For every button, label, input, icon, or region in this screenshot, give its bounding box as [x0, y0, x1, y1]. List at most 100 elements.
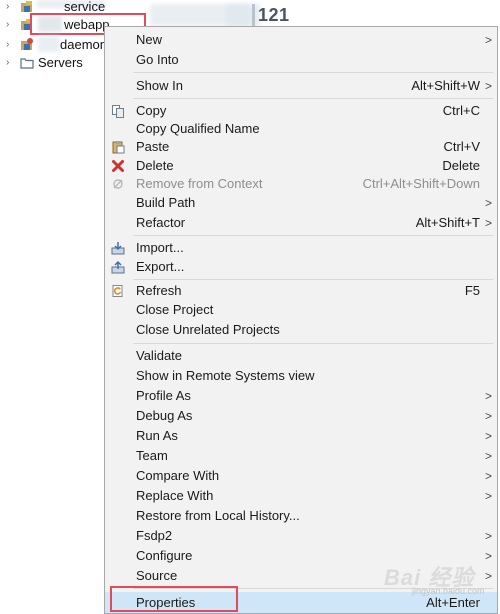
submenu-arrow-icon: > — [484, 469, 492, 483]
menu-item-label: Show In — [136, 78, 183, 93]
folder-icon — [20, 58, 34, 69]
menu-item-copy[interactable]: Copy Ctrl+C — [105, 101, 497, 121]
menu-item-fsdp2[interactable]: Fsdp2 > — [105, 526, 497, 546]
submenu-arrow-icon: > — [484, 216, 492, 230]
shortcut-label: Ctrl+Alt+Shift+Down — [362, 176, 480, 191]
submenu-arrow-icon: > — [484, 549, 492, 563]
menu-item-build-path[interactable]: Build Path > — [105, 193, 497, 213]
menu-item-debug-as[interactable]: Debug As > — [105, 406, 497, 426]
menu-item-label: Run As — [136, 428, 178, 443]
menu-item-label: Paste — [136, 139, 170, 154]
menu-item-show-in[interactable]: Show In Alt+Shift+W > — [105, 76, 497, 96]
menu-item-label: New — [136, 32, 163, 47]
menu-item-label: Delete — [136, 158, 174, 173]
menu-item-paste[interactable]: Paste Ctrl+V — [105, 137, 497, 157]
menu-item-label: Profile As — [136, 388, 191, 403]
menu-separator — [133, 98, 493, 99]
menu-item-label: Close Project — [136, 302, 214, 317]
menu-item-refresh[interactable]: Refresh F5 — [105, 281, 497, 301]
menu-separator — [133, 72, 493, 73]
submenu-arrow-icon: > — [484, 429, 492, 443]
watermark-url: jingyan.baidu.com — [412, 586, 485, 596]
menu-item-label: Build Path — [136, 195, 196, 210]
menu-item-label: Copy Qualified Name — [136, 121, 260, 136]
tree-item-servers[interactable]: › Servers — [0, 54, 110, 72]
export-icon — [111, 260, 125, 274]
menu-item-label: Show in Remote Systems view — [136, 368, 315, 383]
paste-icon — [112, 141, 125, 154]
menu-item-label: Configure — [136, 548, 193, 563]
menu-item-close-unrelated-projects[interactable]: Close Unrelated Projects — [105, 320, 497, 340]
menu-item-replace-with[interactable]: Replace With > — [105, 486, 497, 506]
menu-item-restore-local-history[interactable]: Restore from Local History... — [105, 506, 497, 526]
menu-item-label: Export... — [136, 259, 185, 274]
menu-separator — [133, 235, 493, 236]
menu-item-validate[interactable]: Validate — [105, 346, 497, 366]
editor-counter: 121 — [258, 5, 290, 25]
project-explorer-tree: › service › webapp › daemon › Servers — [0, 0, 146, 614]
submenu-arrow-icon: > — [484, 196, 492, 210]
java-project-icon — [21, 38, 33, 50]
submenu-arrow-icon: > — [484, 33, 492, 47]
shortcut-label: Alt+Shift+W — [411, 78, 480, 93]
menu-item-label: Compare With — [136, 468, 220, 483]
menu-item-team[interactable]: Team > — [105, 446, 497, 466]
menu-separator — [133, 343, 493, 344]
menu-item-label: Refresh — [136, 283, 182, 298]
menu-item-label: Import... — [136, 240, 184, 255]
shortcut-label: F5 — [464, 283, 480, 298]
menu-item-label: Validate — [136, 348, 183, 363]
menu-item-show-remote-systems[interactable]: Show in Remote Systems view — [105, 366, 497, 386]
delete-icon — [112, 160, 124, 172]
submenu-arrow-icon: > — [484, 569, 492, 583]
java-project-icon — [21, 1, 32, 12]
menu-item-import[interactable]: Import... — [105, 238, 497, 258]
menu-item-refactor[interactable]: Refactor Alt+Shift+T > — [105, 213, 497, 233]
menu-item-label: Refactor — [136, 215, 186, 230]
menu-item-label: Restore from Local History... — [136, 508, 300, 523]
menu-item-label: Close Unrelated Projects — [136, 322, 280, 337]
menu-item-label: Replace With — [136, 488, 214, 503]
submenu-arrow-icon: > — [484, 389, 492, 403]
menu-item-label: Fsdp2 — [136, 528, 173, 543]
properties-annotation — [110, 586, 238, 612]
menu-item-copy-qualified-name[interactable]: Copy Qualified Name — [105, 119, 497, 139]
menu-item-export[interactable]: Export... — [105, 257, 497, 277]
menu-item-delete[interactable]: Delete Delete — [105, 156, 497, 176]
shortcut-label: Delete — [442, 158, 480, 173]
menu-item-profile-as[interactable]: Profile As > — [105, 386, 497, 406]
submenu-arrow-icon: > — [484, 409, 492, 423]
menu-item-compare-with[interactable]: Compare With > — [105, 466, 497, 486]
tree-item-label: Servers — [38, 55, 83, 70]
menu-separator — [133, 279, 493, 280]
submenu-arrow-icon: > — [484, 529, 492, 543]
chevron-right-icon[interactable]: › — [6, 16, 14, 34]
menu-item-label: Remove from Context — [136, 176, 263, 191]
chevron-right-icon[interactable]: › — [6, 0, 14, 16]
remove-context-icon — [113, 179, 123, 189]
shortcut-label: Alt+Shift+T — [415, 215, 480, 230]
context-menu: New > Go Into Show In Alt+Shift+W > Copy… — [104, 26, 498, 614]
menu-item-label: Go Into — [136, 52, 179, 67]
shortcut-label: Ctrl+V — [443, 139, 480, 154]
menu-item-label: Team — [136, 448, 168, 463]
chevron-right-icon[interactable]: › — [6, 54, 14, 72]
tree-item-label: daemon — [60, 37, 107, 52]
refresh-icon — [112, 285, 123, 297]
submenu-arrow-icon: > — [484, 449, 492, 463]
menu-item-label: Debug As — [136, 408, 193, 423]
menu-item-label: Copy — [136, 103, 167, 118]
import-icon — [111, 242, 125, 255]
menu-item-new[interactable]: New > — [105, 30, 497, 50]
tree-item-daemon[interactable]: › daemon — [0, 36, 110, 54]
shortcut-label: Ctrl+C — [442, 103, 480, 118]
menu-item-close-project[interactable]: Close Project — [105, 300, 497, 320]
submenu-arrow-icon: > — [484, 489, 492, 503]
menu-item-remove-from-context[interactable]: Remove from Context Ctrl+Alt+Shift+Down — [105, 174, 497, 194]
chevron-right-icon[interactable]: › — [6, 36, 14, 54]
menu-item-run-as[interactable]: Run As > — [105, 426, 497, 446]
menu-item-go-into[interactable]: Go Into — [105, 50, 497, 70]
submenu-arrow-icon: > — [484, 79, 492, 93]
copy-icon — [112, 105, 124, 118]
menu-item-label: Source — [136, 568, 178, 583]
